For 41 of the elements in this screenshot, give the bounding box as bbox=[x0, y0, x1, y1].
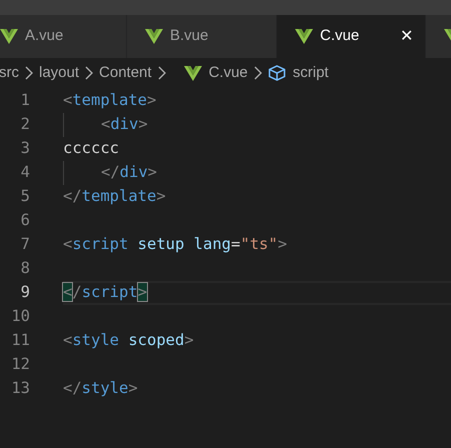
line-number: 7 bbox=[20, 234, 30, 256]
code-line: cccccc bbox=[63, 138, 119, 160]
breadcrumb-item[interactable]: Content bbox=[99, 62, 152, 84]
vue-logo-icon bbox=[295, 29, 313, 44]
line-number: 9 bbox=[20, 282, 30, 304]
line-number: 3 bbox=[20, 138, 30, 160]
line-number: 10 bbox=[10, 306, 30, 328]
chevron-right-icon bbox=[254, 66, 262, 80]
line-number: 5 bbox=[20, 186, 30, 208]
line-number: 12 bbox=[10, 354, 30, 376]
code-line: <script setup lang="ts"> bbox=[63, 234, 288, 256]
cube-icon bbox=[268, 65, 286, 81]
breadcrumb-item[interactable]: script bbox=[292, 62, 329, 84]
code-line: </script> bbox=[63, 282, 148, 304]
line-number: 8 bbox=[20, 258, 30, 280]
code-line: </style> bbox=[63, 378, 138, 400]
indent-guide bbox=[63, 113, 64, 137]
editor-tab[interactable]: C.vue ✕ bbox=[277, 15, 426, 58]
chevron-right-icon bbox=[158, 66, 166, 80]
code-line: <style scoped> bbox=[63, 330, 194, 352]
vue-logo-icon bbox=[184, 66, 202, 80]
vue-logo-icon bbox=[0, 29, 18, 44]
breadcrumb-item[interactable]: C.vue bbox=[208, 62, 248, 84]
line-number: 13 bbox=[10, 378, 30, 400]
line-number: 6 bbox=[20, 210, 30, 232]
code-line: </div> bbox=[101, 162, 158, 184]
line-number: 11 bbox=[10, 330, 30, 352]
code-line: <div> bbox=[101, 114, 148, 136]
code-line: </template> bbox=[63, 186, 166, 208]
line-number: 2 bbox=[20, 114, 30, 136]
close-tab-button[interactable]: ✕ bbox=[400, 24, 413, 48]
code-line: <template> bbox=[63, 90, 156, 112]
line-number: 4 bbox=[20, 162, 30, 184]
breadcrumb-item[interactable]: layout bbox=[39, 62, 80, 84]
vue-logo-icon bbox=[145, 29, 163, 44]
chevron-right-icon bbox=[25, 66, 33, 80]
line-number: 1 bbox=[20, 90, 30, 112]
chevron-right-icon bbox=[85, 66, 94, 80]
indent-guide bbox=[63, 161, 64, 185]
editor-tab[interactable]: B.vue bbox=[127, 15, 277, 58]
editor-tab[interactable]: A.vue bbox=[0, 15, 127, 58]
